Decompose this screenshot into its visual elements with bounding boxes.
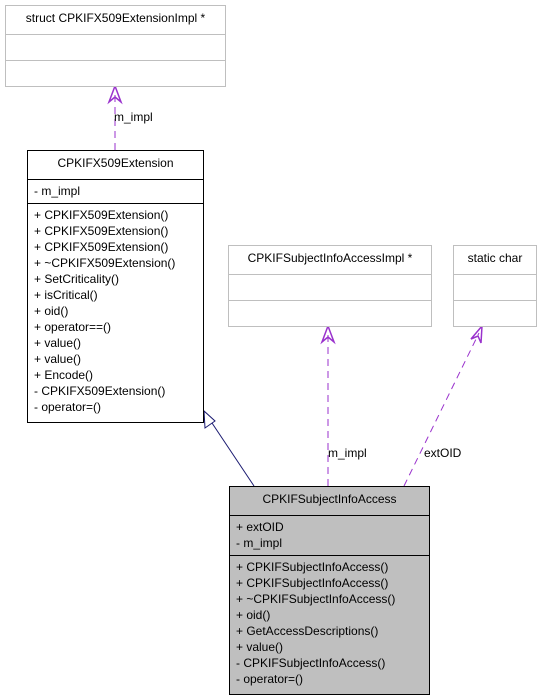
edge-label-x509ext-impl: m_impl	[114, 110, 153, 124]
method-item: + operator==()	[34, 320, 112, 334]
class-title: CPKIFX509Extension	[57, 156, 174, 170]
methods-section	[6, 60, 225, 86]
methods-section	[229, 300, 431, 326]
method-item: - operator=()	[34, 400, 102, 414]
class-title: static char	[467, 251, 523, 265]
class-node-subject-info-access[interactable]: CPKIFSubjectInfoAccess + extOID - m_impl …	[229, 486, 430, 695]
class-node-static-char[interactable]: static char	[453, 245, 537, 327]
method-item: + oid()	[236, 608, 271, 622]
method-item: + oid()	[34, 304, 69, 318]
arrowhead-sia-extoid	[470, 323, 483, 344]
attributes-section	[6, 34, 225, 60]
class-title: CPKIFSubjectInfoAccess	[262, 492, 397, 506]
attribute-item: - m_impl	[34, 184, 81, 198]
method-item: + CPKIFX509Extension()	[34, 240, 169, 254]
attributes-section: + extOID - m_impl	[230, 515, 429, 555]
method-item: + ~CPKIFX509Extension()	[34, 256, 176, 270]
method-item: + GetAccessDescriptions()	[236, 624, 379, 638]
methods-section: + CPKIFX509Extension() + CPKIFX509Extensi…	[28, 203, 203, 419]
method-item: + CPKIFX509Extension()	[34, 208, 169, 222]
method-item: + value()	[236, 640, 284, 654]
method-item: + value()	[34, 336, 82, 350]
method-item: + Encode()	[34, 368, 94, 382]
methods-section: + CPKIFSubjectInfoAccess() + CPKIFSubject…	[230, 555, 429, 691]
class-title: struct CPKIFX509ExtensionImpl *	[25, 11, 206, 25]
method-item: + CPKIFSubjectInfoAccess()	[236, 576, 389, 590]
edge-label-sia-impl: m_impl	[328, 446, 367, 460]
edge-label-sia-extoid: extOID	[424, 446, 462, 460]
method-item: - operator=()	[236, 672, 304, 686]
class-node-subject-info-access-impl[interactable]: CPKIFSubjectInfoAccessImpl *	[228, 245, 432, 327]
attributes-section	[454, 274, 536, 300]
class-title: CPKIFSubjectInfoAccessImpl *	[247, 251, 413, 265]
method-item: - CPKIFSubjectInfoAccess()	[236, 656, 386, 670]
edge-inheritance	[211, 422, 255, 487]
attribute-item: - m_impl	[236, 536, 283, 550]
method-item: + ~CPKIFSubjectInfoAccess()	[236, 592, 396, 606]
edge-sia-extoid	[403, 332, 480, 487]
method-item: + isCritical()	[34, 288, 98, 302]
method-item: + CPKIFSubjectInfoAccess()	[236, 560, 389, 574]
method-item: + SetCriticality()	[34, 272, 120, 286]
class-node-x509-extension[interactable]: CPKIFX509Extension - m_impl + CPKIFX509E…	[27, 150, 204, 423]
method-item: + CPKIFX509Extension()	[34, 224, 169, 238]
methods-section	[454, 300, 536, 326]
method-item: - CPKIFX509Extension()	[34, 384, 166, 398]
attributes-section: - m_impl	[28, 179, 203, 203]
class-node-x509-extension-impl[interactable]: struct CPKIFX509ExtensionImpl *	[5, 5, 226, 87]
attribute-item: + extOID	[236, 520, 284, 534]
method-item: + value()	[34, 352, 82, 366]
attributes-section	[229, 274, 431, 300]
